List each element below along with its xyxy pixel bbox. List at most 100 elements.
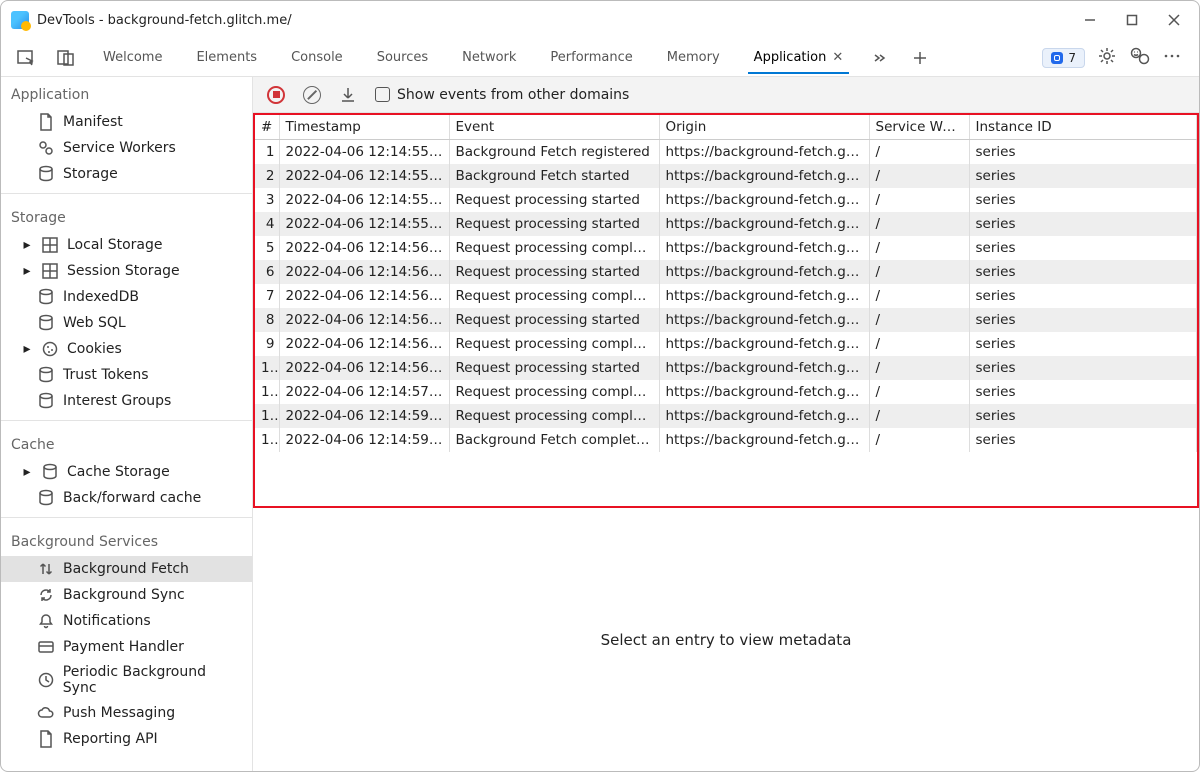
sidebar-item-session-storage[interactable]: ▸Session Storage <box>1 258 252 284</box>
sidebar-item-interest-groups[interactable]: Interest Groups <box>1 388 252 414</box>
grid-icon <box>41 236 59 254</box>
sidebar-item-manifest[interactable]: Manifest <box>1 109 252 135</box>
table-row[interactable]: 1…2022-04-06 12:14:59.8…Request processi… <box>255 404 1197 428</box>
table-row[interactable]: 1…2022-04-06 12:14:57.5…Request processi… <box>255 380 1197 404</box>
events-toolbar: Show events from other domains <box>253 77 1199 113</box>
chevron-right-icon: ▸ <box>21 237 33 253</box>
sidebar-item-trust-tokens[interactable]: Trust Tokens <box>1 362 252 388</box>
issues-button[interactable]: 7 <box>1042 48 1085 68</box>
window-title: DevTools - background-fetch.glitch.me/ <box>37 13 292 28</box>
tab-memory[interactable]: Memory <box>653 41 734 74</box>
sidebar-item-indexeddb[interactable]: IndexedDB <box>1 284 252 310</box>
inspect-element-icon[interactable] <box>9 44 43 72</box>
issues-icon <box>1051 52 1063 64</box>
sidebar-item-service-workers[interactable]: Service Workers <box>1 135 252 161</box>
chevron-right-icon: ▸ <box>21 341 33 357</box>
cookie-icon <box>41 340 59 358</box>
sidebar-item-cache-storage[interactable]: ▸Cache Storage <box>1 459 252 485</box>
col-service-worker[interactable]: Service Wor… <box>869 115 969 140</box>
card-icon <box>37 638 55 656</box>
sidebar-section-bgservices: Background Services <box>1 524 252 556</box>
minimize-button[interactable] <box>1083 13 1097 27</box>
sidebar-section-application: Application <box>1 77 252 109</box>
clear-button[interactable] <box>303 86 321 104</box>
sidebar-section-storage: Storage <box>1 200 252 232</box>
window-titlebar: DevTools - background-fetch.glitch.me/ <box>1 1 1199 39</box>
table-header-row[interactable]: # Timestamp Event Origin Service Wor… In… <box>255 115 1197 140</box>
table-row[interactable]: 32022-04-06 12:14:55.1…Request processin… <box>255 188 1197 212</box>
more-tabs-icon[interactable] <box>863 44 897 72</box>
sidebar-item-payment-handler[interactable]: Payment Handler <box>1 634 252 660</box>
clock-icon <box>37 671 55 689</box>
col-timestamp[interactable]: Timestamp <box>279 115 449 140</box>
tab-network[interactable]: Network <box>448 41 530 74</box>
tab-elements[interactable]: Elements <box>182 41 271 74</box>
table-row[interactable]: 12022-04-06 12:14:55.1…Background Fetch … <box>255 140 1197 165</box>
sidebar-item-background-sync[interactable]: Background Sync <box>1 582 252 608</box>
application-sidebar: Application Manifest Service Workers Sto… <box>1 77 253 771</box>
devtools-app-icon <box>11 11 29 29</box>
table-row[interactable]: 62022-04-06 12:14:56.2…Request processin… <box>255 260 1197 284</box>
events-table: # Timestamp Event Origin Service Wor… In… <box>253 113 1199 508</box>
database-icon <box>37 165 55 183</box>
table-row[interactable]: 72022-04-06 12:14:56.2…Request processin… <box>255 284 1197 308</box>
tab-welcome[interactable]: Welcome <box>89 41 176 74</box>
table-row[interactable]: 92022-04-06 12:14:56.8…Request processin… <box>255 332 1197 356</box>
tab-sources[interactable]: Sources <box>363 41 442 74</box>
table-row[interactable]: 22022-04-06 12:14:55.1…Background Fetch … <box>255 164 1197 188</box>
device-toggle-icon[interactable] <box>49 44 83 72</box>
transfer-icon <box>37 560 55 578</box>
tab-console[interactable]: Console <box>277 41 357 74</box>
table-row[interactable]: 42022-04-06 12:14:55.2…Request processin… <box>255 212 1197 236</box>
gears-icon <box>37 139 55 157</box>
file-icon <box>37 113 55 131</box>
settings-icon[interactable] <box>1097 46 1117 70</box>
maximize-button[interactable] <box>1125 13 1139 27</box>
table-row[interactable]: 1…2022-04-06 12:14:56.8…Request processi… <box>255 356 1197 380</box>
database-icon <box>37 392 55 410</box>
table-row[interactable]: 82022-04-06 12:14:56.2…Request processin… <box>255 308 1197 332</box>
sidebar-item-reporting-api[interactable]: Reporting API <box>1 726 252 752</box>
add-tab-icon[interactable] <box>903 44 937 72</box>
cloud-icon <box>37 704 55 722</box>
chevron-right-icon: ▸ <box>21 464 33 480</box>
col-origin[interactable]: Origin <box>659 115 869 140</box>
sidebar-item-local-storage[interactable]: ▸Local Storage <box>1 232 252 258</box>
sidebar-item-notifications[interactable]: Notifications <box>1 608 252 634</box>
bell-icon <box>37 612 55 630</box>
database-icon <box>37 366 55 384</box>
metadata-placeholder: Select an entry to view metadata <box>253 508 1199 771</box>
tab-performance[interactable]: Performance <box>536 41 646 74</box>
database-icon <box>37 489 55 507</box>
grid-icon <box>41 262 59 280</box>
col-event[interactable]: Event <box>449 115 659 140</box>
col-number[interactable]: # <box>255 115 279 140</box>
sidebar-item-storage[interactable]: Storage <box>1 161 252 187</box>
database-icon <box>37 314 55 332</box>
chevron-right-icon: ▸ <box>21 263 33 279</box>
sidebar-item-push-messaging[interactable]: Push Messaging <box>1 700 252 726</box>
save-button[interactable] <box>339 86 357 104</box>
close-button[interactable] <box>1167 13 1181 27</box>
sidebar-item-periodic-sync[interactable]: Periodic Background Sync <box>1 660 252 700</box>
database-icon <box>41 463 59 481</box>
sync-icon <box>37 586 55 604</box>
file-icon <box>37 730 55 748</box>
database-icon <box>37 288 55 306</box>
show-other-domains-checkbox[interactable]: Show events from other domains <box>375 87 629 103</box>
table-row[interactable]: 52022-04-06 12:14:56.2…Request processin… <box>255 236 1197 260</box>
feedback-icon[interactable] <box>1129 46 1151 70</box>
sidebar-item-bfcache[interactable]: Back/forward cache <box>1 485 252 511</box>
tab-application[interactable]: Application✕ <box>740 41 858 74</box>
close-icon[interactable]: ✕ <box>832 50 843 65</box>
record-button[interactable] <box>267 86 285 104</box>
devtools-tabsbar: Welcome Elements Console Sources Network… <box>1 39 1199 77</box>
sidebar-item-background-fetch[interactable]: Background Fetch <box>1 556 252 582</box>
more-menu-icon[interactable] <box>1163 49 1181 67</box>
sidebar-section-cache: Cache <box>1 427 252 459</box>
sidebar-item-cookies[interactable]: ▸Cookies <box>1 336 252 362</box>
content-pane: Show events from other domains # Timesta… <box>253 77 1199 771</box>
col-instance-id[interactable]: Instance ID <box>969 115 1197 140</box>
table-row[interactable]: 1…2022-04-06 12:14:59.8…Background Fetch… <box>255 428 1197 452</box>
sidebar-item-websql[interactable]: Web SQL <box>1 310 252 336</box>
